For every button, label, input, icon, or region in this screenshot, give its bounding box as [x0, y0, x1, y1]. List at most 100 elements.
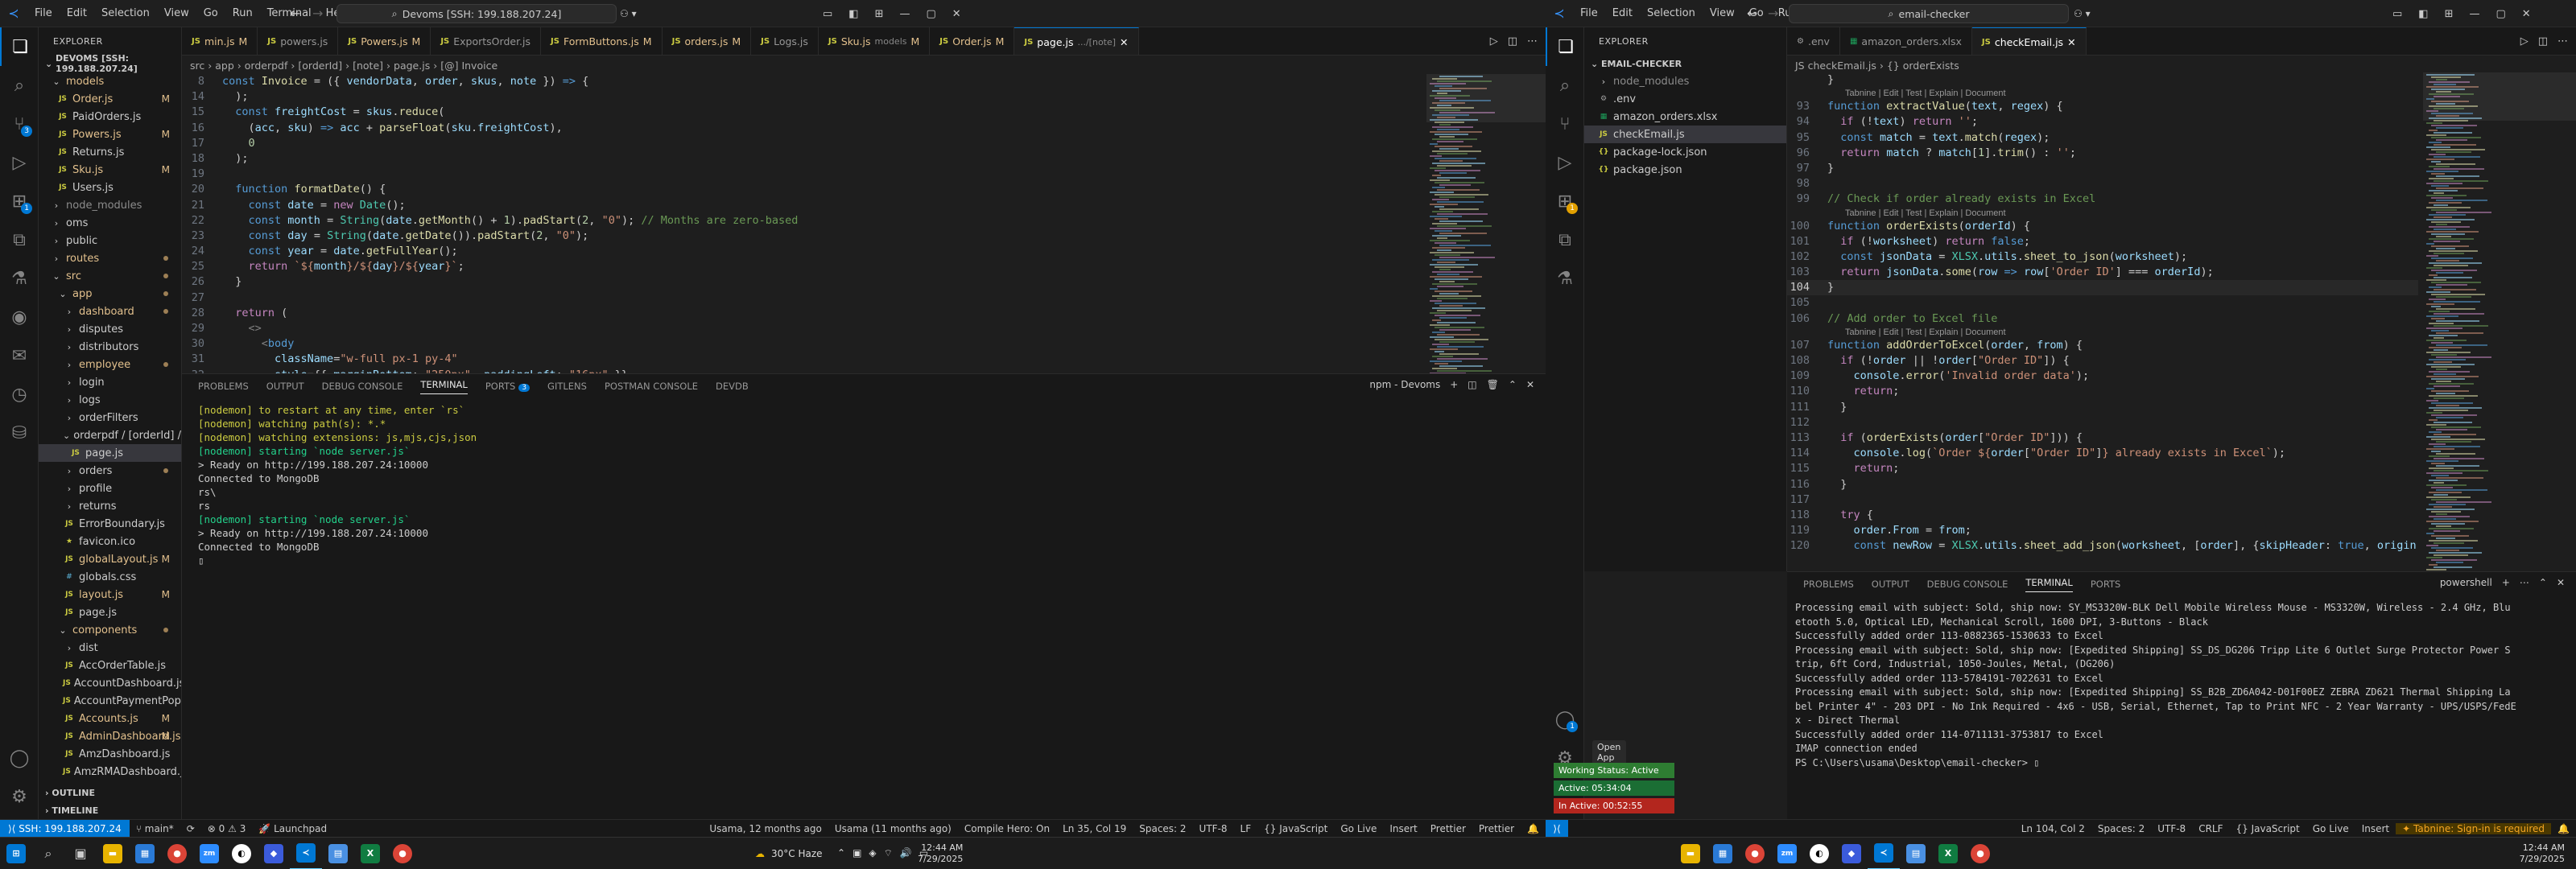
- breadcrumb-item[interactable]: page.js: [394, 60, 430, 72]
- vscode-taskbar-icon[interactable]: ≺: [1868, 838, 1900, 869]
- kill-terminal-icon[interactable]: 🗑: [1487, 379, 1499, 390]
- breadcrumb-item[interactable]: [@] Invoice: [440, 60, 497, 72]
- extensions-icon[interactable]: ⊞ 1: [0, 182, 39, 220]
- close-icon[interactable]: ✕: [2522, 8, 2531, 20]
- back-arrow-icon[interactable]: ←: [290, 6, 300, 21]
- panel-maximize-icon[interactable]: ⌃: [1509, 379, 1517, 390]
- minimize-icon[interactable]: —: [2470, 8, 2480, 20]
- panel-tab-terminal[interactable]: TERMINAL: [420, 379, 468, 394]
- file-item[interactable]: JS layout.js M: [39, 586, 181, 603]
- editor-tab[interactable]: JS FormButtons.js M: [541, 27, 663, 55]
- breadcrumb-item[interactable]: orderpdf: [245, 60, 288, 72]
- folder-item[interactable]: › routes: [39, 249, 181, 267]
- file-item[interactable]: # globals.css: [39, 568, 181, 586]
- left-minimap[interactable]: [1426, 74, 1546, 374]
- menu-go[interactable]: Go: [196, 7, 225, 19]
- file-item[interactable]: JS AmzDashboard.js: [39, 745, 181, 763]
- split-terminal-icon[interactable]: ◫: [1468, 379, 1476, 390]
- layout-sidebar-icon[interactable]: ◧: [848, 8, 858, 20]
- store-icon[interactable]: ▦: [129, 838, 161, 869]
- language-status[interactable]: {} JavaScript: [1257, 823, 1334, 834]
- chrome-icon[interactable]: ●: [1739, 838, 1771, 869]
- file-item[interactable]: {} package-lock.json: [1584, 143, 1786, 161]
- volume-icon[interactable]: 🔊: [900, 847, 912, 859]
- maximize-icon[interactable]: ▢: [927, 8, 936, 20]
- terminal-name[interactable]: powershell: [2440, 577, 2492, 588]
- breadcrumb-item[interactable]: src: [190, 60, 204, 72]
- file-explorer-icon[interactable]: ▬: [97, 838, 129, 869]
- timeline-icon[interactable]: ◷: [0, 375, 39, 414]
- editor-tab[interactable]: JS Powers.js M: [338, 27, 431, 55]
- file-item[interactable]: JS Users.js: [39, 179, 181, 196]
- panel-tab-debug-console[interactable]: DEBUG CONSOLE: [322, 381, 403, 392]
- folder-item[interactable]: › oms: [39, 214, 181, 232]
- app-dark-icon[interactable]: ◐: [225, 838, 258, 869]
- file-item[interactable]: JS Returns.js: [39, 143, 181, 161]
- excel-icon[interactable]: X: [1932, 838, 1964, 869]
- file-item[interactable]: JS page.js: [39, 444, 181, 462]
- menu-edit[interactable]: Edit: [1605, 7, 1640, 19]
- right-minimap[interactable]: [2423, 72, 2576, 571]
- left-code-editor[interactable]: 8 const Invoice = ({ vendorData, order, s…: [182, 74, 1422, 373]
- prettier-status-2[interactable]: Prettier: [1472, 823, 1521, 834]
- left-terminal-output[interactable]: [nodemon] to restart at any time, enter …: [182, 403, 1546, 567]
- file-item[interactable]: JS Order.js M: [39, 90, 181, 108]
- layout-panel-icon[interactable]: ▭: [823, 8, 832, 20]
- layout-custom-icon[interactable]: ⊞: [875, 8, 884, 20]
- close-icon[interactable]: ✕: [2067, 36, 2075, 48]
- file-item[interactable]: JS Powers.js M: [39, 126, 181, 143]
- editor-tab[interactable]: JS Sku.js models M: [818, 27, 931, 55]
- panel-tab-ports[interactable]: PORTS 3: [485, 381, 530, 392]
- forward-arrow-icon[interactable]: →: [312, 6, 323, 21]
- panel-maximize-icon[interactable]: ⌃: [2539, 577, 2547, 588]
- right-code-editor[interactable]: } Tabnine | Edit | Test | Explain | Docum…: [1787, 72, 2418, 571]
- codelens[interactable]: Tabnine | Edit | Test | Explain | Docume…: [1787, 327, 2418, 338]
- app-tray-icon[interactable]: ▤: [1900, 838, 1932, 869]
- explorer-icon[interactable]: ❏: [1546, 27, 1584, 66]
- testing-icon[interactable]: ⚗: [0, 259, 39, 298]
- panel-tab-output[interactable]: OUTPUT: [1872, 579, 1909, 590]
- indent-status[interactable]: Spaces: 2: [1133, 823, 1192, 834]
- file-item[interactable]: JS checkEmail.js: [1584, 126, 1786, 143]
- remote-explorer-icon[interactable]: ⧉: [1546, 220, 1584, 259]
- panel-tab-problems[interactable]: PROBLEMS: [198, 381, 249, 392]
- folder-item[interactable]: › node_modules: [1584, 72, 1786, 90]
- editor-tab[interactable]: JS min.js M: [182, 27, 258, 55]
- compile-hero-status[interactable]: Compile Hero: On: [958, 823, 1056, 834]
- layout-panel-icon[interactable]: ▭: [2392, 8, 2402, 20]
- split-editor-icon[interactable]: ◫: [2538, 35, 2548, 47]
- panel-tab-devdb[interactable]: DEVDB: [716, 381, 749, 392]
- taskbar-search-icon[interactable]: ⌕: [32, 838, 64, 869]
- breadcrumb-item[interactable]: JS checkEmail.js: [1795, 60, 1876, 72]
- folder-item[interactable]: › distributors: [39, 338, 181, 356]
- clock[interactable]: 12:44 AM 7/29/2025: [2520, 842, 2565, 865]
- codelens[interactable]: Tabnine | Edit | Test | Explain | Docume…: [1787, 88, 2418, 99]
- panel-tab-problems[interactable]: PROBLEMS: [1803, 579, 1854, 590]
- folder-item[interactable]: › employee: [39, 356, 181, 373]
- timeline-section[interactable]: › TIMELINE: [39, 801, 181, 819]
- file-item[interactable]: JSAccountPaymentPopup.js: [39, 692, 181, 710]
- folder-item[interactable]: › orders: [39, 462, 181, 480]
- chrome-icon[interactable]: ●: [161, 838, 193, 869]
- copilot-icon[interactable]: ⚇ ▾: [620, 8, 637, 19]
- app-dark-icon[interactable]: ◐: [1803, 838, 1835, 869]
- excel-icon[interactable]: X: [354, 838, 386, 869]
- breadcrumb-item[interactable]: {} orderExists: [1887, 60, 1959, 72]
- search-view-icon[interactable]: ⌕: [0, 66, 39, 105]
- accounts-icon[interactable]: ◯: [0, 739, 39, 777]
- new-terminal-icon[interactable]: +: [2502, 577, 2510, 588]
- encoding-status[interactable]: UTF-8: [1193, 823, 1234, 834]
- editor-tab[interactable]: JS checkEmail.js ✕: [1971, 27, 2087, 55]
- folder-item[interactable]: › node_modules: [39, 196, 181, 214]
- remote-indicator[interactable]: ⟩⟨: [1546, 819, 1568, 838]
- terminal-name[interactable]: npm - Devoms: [1369, 379, 1440, 390]
- wifi-icon[interactable]: ⌔: [884, 847, 893, 859]
- folder-item[interactable]: › dist: [39, 639, 181, 657]
- close-icon[interactable]: ✕: [952, 8, 961, 20]
- menu-selection[interactable]: Selection: [1640, 7, 1703, 19]
- menu-selection[interactable]: Selection: [94, 7, 157, 19]
- minimize-icon[interactable]: —: [900, 8, 910, 20]
- manage-gear-icon[interactable]: ⚙: [0, 777, 39, 816]
- explorer-icon[interactable]: ❏: [0, 27, 39, 66]
- chrome-icon-2[interactable]: ●: [1964, 838, 1996, 869]
